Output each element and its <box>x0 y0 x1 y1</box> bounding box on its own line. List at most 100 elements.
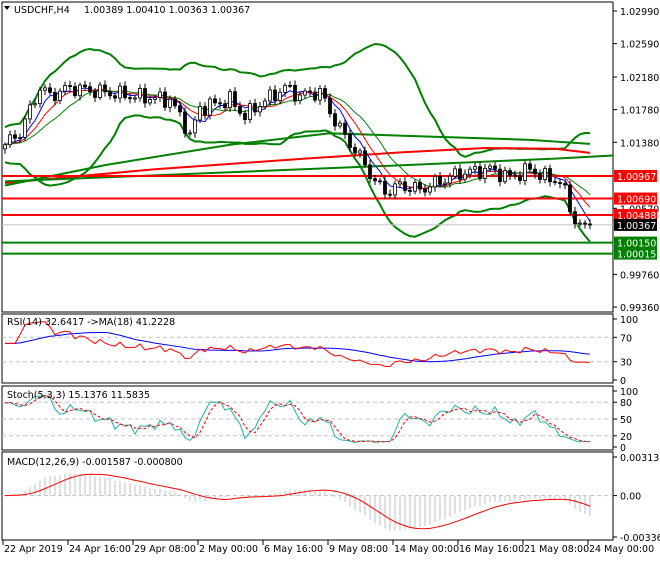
candle-body <box>313 91 317 101</box>
candle-body <box>243 112 247 121</box>
candle-body <box>538 173 542 180</box>
candle-body <box>68 85 72 87</box>
candle-body <box>308 90 312 93</box>
chart-canvas[interactable]: 1.029901.025901.021801.017801.013801.005… <box>0 0 660 560</box>
candle-body <box>388 193 392 196</box>
stoch-tick-label: 20 <box>620 432 632 443</box>
candle-body <box>158 91 162 99</box>
candle-body <box>48 87 52 93</box>
candle-body <box>83 84 87 88</box>
candle-body <box>508 170 512 176</box>
candle-body <box>363 150 367 166</box>
candle-body <box>203 106 207 116</box>
macd-tick-label: 0.00 <box>620 492 641 503</box>
candle-body <box>53 91 57 101</box>
candle-body <box>423 188 427 193</box>
time-tick-label: 22 Apr 2019 <box>4 544 63 555</box>
candle-body <box>148 99 152 104</box>
candle-body <box>183 111 187 134</box>
candle-body <box>468 168 472 175</box>
candle-body <box>498 168 502 182</box>
price-label-1.00367: 1.00367 <box>617 221 656 232</box>
candle-body <box>38 89 42 105</box>
stoch-label: Stoch(5,3,3) 15.1376 11.5835 <box>7 390 150 401</box>
candle-body <box>493 165 497 170</box>
candle-body <box>193 119 197 134</box>
rsi-tick-label: 0 <box>620 376 626 387</box>
chart-window[interactable]: 1.029901.025901.021801.017801.013801.005… <box>0 0 660 560</box>
rsi-tick-label: 70 <box>620 333 632 344</box>
price-tick-label: 0.99760 <box>620 270 659 281</box>
candle-body <box>383 180 387 195</box>
candle-body <box>73 86 77 97</box>
candle-body <box>368 164 372 180</box>
candle-body <box>373 178 377 182</box>
candle-body <box>78 84 82 97</box>
candle-body <box>223 103 227 109</box>
candle-body <box>238 106 242 114</box>
rsi-tick-label: 100 <box>620 315 638 326</box>
candle-body <box>418 182 422 190</box>
candle-body <box>453 168 457 177</box>
candle-body <box>43 87 47 91</box>
candle-body <box>268 89 272 102</box>
time-tick-label: 21 May 08:00 <box>524 544 589 555</box>
candle-body <box>13 134 17 139</box>
time-tick-label: 16 May 16:00 <box>459 544 524 555</box>
candle-body <box>263 100 267 108</box>
candle-body <box>168 98 172 108</box>
candle-body <box>128 97 132 100</box>
candle-body <box>123 85 127 99</box>
candle-body <box>483 167 487 179</box>
stoch-tick-label: 50 <box>620 415 632 426</box>
candle-body <box>153 97 157 100</box>
candle-body <box>28 104 32 120</box>
candle-body <box>98 84 102 98</box>
candle-body <box>113 95 117 99</box>
stoch-tick-label: 80 <box>620 398 632 409</box>
candle-body <box>458 168 462 180</box>
candle-body <box>338 122 342 127</box>
candle-body <box>443 182 447 185</box>
candle-body <box>103 84 107 93</box>
candle-body <box>563 183 567 186</box>
candle-body <box>108 91 112 97</box>
time-axis: 22 Apr 2019 24 Apr 16:00 29 Apr 08:00 2 May… <box>2 540 654 555</box>
rsi-tick-label: 30 <box>620 358 632 369</box>
candle-body <box>173 98 177 107</box>
candle-body <box>478 166 482 179</box>
time-tick-label: 24 Apr 16:00 <box>69 544 131 555</box>
candle-body <box>353 147 357 154</box>
candle-body <box>178 105 182 113</box>
candle-body <box>528 163 532 170</box>
candle-body <box>588 223 592 226</box>
main-price-panel[interactable]: 1.029901.025901.021801.017801.013801.005… <box>1 1 659 314</box>
price-label-1.00015: 1.00015 <box>617 250 656 261</box>
candle-body <box>413 182 417 192</box>
candle-body <box>503 170 507 182</box>
candle-body <box>583 222 587 225</box>
candle-body <box>428 186 432 193</box>
candle-body <box>298 94 302 102</box>
candle-body <box>438 176 442 185</box>
candle-body <box>463 173 467 180</box>
price-tick-label: 1.02990 <box>620 7 659 18</box>
candle-body <box>408 190 412 192</box>
candle-body <box>58 90 62 101</box>
candle-body <box>138 88 142 99</box>
candle-body <box>93 91 97 98</box>
candle-body <box>333 113 337 127</box>
symbol-label: USDCHF,H4 <box>14 5 70 16</box>
price-label-1.00690: 1.00690 <box>617 195 656 206</box>
price-tick-label: 1.02590 <box>620 40 659 51</box>
candle-body <box>188 132 192 135</box>
main-panel-frame <box>1 1 614 313</box>
rsi-label: RSI(14) 32.6417 ->MA(18) 41.2228 <box>7 317 175 328</box>
candle-body <box>358 150 362 154</box>
time-tick-label: 6 May 16:00 <box>264 544 323 555</box>
candle-body <box>553 181 557 184</box>
candle-body <box>578 222 582 225</box>
candle-body <box>343 122 347 135</box>
time-tick-label: 29 Apr 08:00 <box>134 544 196 555</box>
candle-body <box>23 118 27 138</box>
